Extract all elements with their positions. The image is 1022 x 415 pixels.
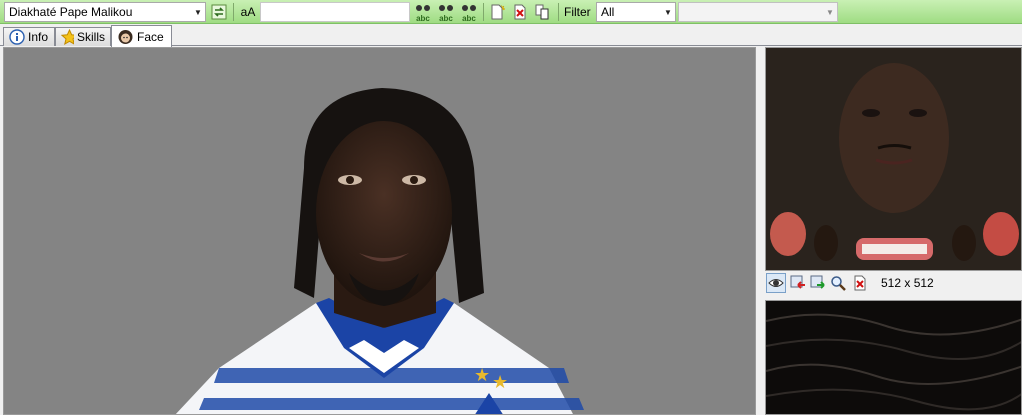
- find-previous-button[interactable]: abc: [436, 1, 456, 23]
- face-3d-viewport[interactable]: ★ ★: [3, 47, 756, 415]
- delete-document-icon: [514, 4, 526, 20]
- magnifier-icon: [831, 276, 846, 291]
- toolbar-separator: [233, 3, 234, 21]
- texture-toolbar: 512 x 512: [765, 271, 1022, 296]
- star-icon: [61, 29, 74, 45]
- binoculars-icon: abc: [461, 1, 477, 23]
- chevron-down-icon[interactable]: ▼: [823, 8, 837, 17]
- svg-text:★: ★: [492, 372, 508, 393]
- zoom-texture-button[interactable]: [828, 273, 848, 293]
- info-icon: [9, 29, 25, 45]
- face-texture-preview[interactable]: [765, 47, 1022, 271]
- hair-texture-image: [766, 301, 1021, 414]
- eye-icon: [768, 279, 784, 287]
- abc-label: abc: [416, 14, 430, 23]
- new-player-button[interactable]: [487, 2, 507, 22]
- app-window: Diakhaté Pape Malikou ▼ aA abc abc abc F…: [0, 0, 1022, 415]
- refresh-player-button[interactable]: [209, 2, 229, 22]
- swap-arrows-icon: [211, 4, 227, 20]
- tab-skills[interactable]: Skills: [55, 27, 111, 46]
- match-case-button[interactable]: aA: [237, 2, 259, 22]
- export-texture-button[interactable]: [808, 273, 828, 293]
- toolbar-separator: [558, 3, 559, 21]
- abc-label: abc: [439, 14, 453, 23]
- toolbar-separator: [483, 3, 484, 21]
- tab-face[interactable]: Face: [111, 25, 172, 47]
- binoculars-icon: abc: [438, 1, 454, 23]
- image-export-icon: [810, 275, 825, 289]
- hair-texture-preview[interactable]: [765, 300, 1022, 415]
- texture-size-label: 512 x 512: [881, 276, 934, 290]
- chevron-down-icon[interactable]: ▼: [191, 8, 205, 17]
- search-input[interactable]: [260, 2, 410, 22]
- player-select[interactable]: Diakhaté Pape Malikou ▼: [4, 2, 206, 22]
- new-document-icon: [491, 4, 505, 20]
- face-texture-image: [766, 48, 1021, 270]
- chevron-down-icon[interactable]: ▼: [661, 8, 675, 17]
- abc-label: abc: [462, 14, 476, 23]
- tab-info-label: Info: [28, 30, 49, 44]
- filter-select[interactable]: All ▼: [596, 2, 676, 22]
- image-import-icon: [790, 275, 805, 289]
- delete-player-button[interactable]: [510, 2, 530, 22]
- delete-document-icon: [854, 275, 866, 291]
- find-first-button[interactable]: abc: [413, 1, 433, 23]
- match-case-label: aA: [240, 5, 256, 19]
- toolbar: Diakhaté Pape Malikou ▼ aA abc abc abc F…: [0, 0, 1022, 24]
- player-face-render: ★ ★: [175, 88, 584, 414]
- player-select-value: Diakhaté Pape Malikou: [9, 5, 133, 19]
- copy-document-icon: [535, 4, 549, 20]
- face-icon: [118, 30, 133, 44]
- find-next-button[interactable]: abc: [459, 1, 479, 23]
- tab-face-label: Face: [137, 29, 164, 44]
- tab-strip: Info Skills Face: [0, 25, 1022, 47]
- svg-text:★: ★: [474, 365, 490, 386]
- copy-player-button[interactable]: [533, 2, 553, 22]
- filter-select-value: All: [601, 5, 615, 19]
- filter-label: Filter: [564, 5, 591, 19]
- toggle-view-button[interactable]: [766, 273, 786, 293]
- import-texture-button[interactable]: [788, 273, 808, 293]
- filter-value-select[interactable]: ▼: [678, 2, 838, 22]
- binoculars-icon: abc: [415, 1, 431, 23]
- tab-skills-label: Skills: [76, 30, 105, 44]
- tab-info[interactable]: Info: [3, 27, 55, 46]
- remove-texture-button[interactable]: [850, 273, 870, 293]
